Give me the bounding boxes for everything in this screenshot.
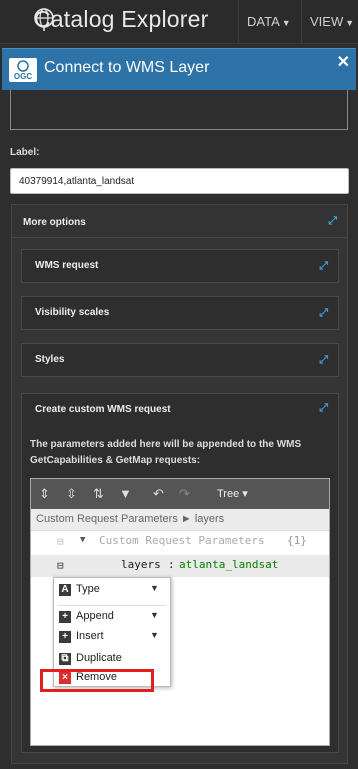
- ogc-logo-text: OGC: [14, 72, 32, 81]
- collapse-all-icon[interactable]: ⇳: [66, 486, 77, 502]
- label-field-label: Label:: [10, 147, 40, 158]
- ogc-logo: OGC: [9, 58, 37, 82]
- filter-icon[interactable]: ▼: [119, 486, 132, 501]
- field-key[interactable]: layers: [121, 558, 161, 571]
- more-options-header[interactable]: More options ⤢: [12, 205, 347, 238]
- type-icon: A: [59, 584, 71, 596]
- expand-icon[interactable]: ⤢: [319, 344, 328, 376]
- menu-item-label: Append: [76, 610, 114, 622]
- expand-all-icon[interactable]: ⇕: [39, 486, 50, 502]
- menu-item-type[interactable]: A Type ▼: [56, 582, 168, 600]
- top-bar: Catalog Explorer DATA ▼ VIEW ▼: [0, 0, 358, 44]
- menu-item-duplicate[interactable]: ⧉ Duplicate: [56, 651, 168, 669]
- tree-field-row[interactable]: ⊟ layers : atlanta_landsat: [31, 555, 329, 577]
- duplicate-icon: ⧉: [59, 653, 71, 665]
- mode-label: Tree: [217, 488, 240, 500]
- menu-item-append[interactable]: + Append ▼: [56, 609, 168, 627]
- expand-icon[interactable]: ⤢: [319, 297, 328, 329]
- menu-divider: [58, 605, 166, 606]
- expand-icon[interactable]: ⤢: [328, 215, 337, 228]
- more-options-title: More options: [23, 217, 86, 228]
- submenu-arrow-icon[interactable]: ▼: [150, 630, 159, 640]
- dialog-header: OGC Connect to WMS Layer ✕: [2, 48, 356, 90]
- json-editor: ⇕ ⇳ ⇅ ▼ ↶ ↷ Tree ▾ Custom Request Parame…: [30, 478, 330, 746]
- section-title: Styles: [35, 354, 65, 365]
- caret-down-icon: ▼: [281, 18, 291, 28]
- nav-view-label: VIEW: [310, 14, 344, 29]
- field-separator: :: [168, 558, 175, 571]
- remove-highlight-box: [40, 669, 154, 692]
- menu-item-label: Type: [76, 583, 100, 595]
- nav-data-button[interactable]: DATA ▼: [238, 0, 300, 44]
- app-title: Catalog Explorer: [34, 6, 209, 32]
- editor-toolbar: ⇕ ⇳ ⇅ ▼ ↶ ↷ Tree ▾: [31, 479, 329, 509]
- undo-icon[interactable]: ↶: [153, 486, 164, 502]
- context-menu-button[interactable]: ⊟: [57, 559, 64, 572]
- url-textarea[interactable]: [10, 90, 348, 130]
- insert-icon: +: [59, 631, 71, 643]
- menu-item-label: Duplicate: [76, 652, 122, 664]
- nav-view-button[interactable]: VIEW ▼: [301, 0, 358, 44]
- label-input[interactable]: 40379914,atlanta_landsat: [10, 168, 349, 194]
- tree-root-row: ⊟ ▼ Custom Request Parameters {1}: [31, 531, 329, 553]
- submenu-arrow-icon[interactable]: ▼: [150, 610, 159, 620]
- caret-down-icon: ▼: [345, 18, 355, 28]
- drag-handle-icon[interactable]: ⊟: [57, 535, 64, 548]
- nav-data-label: DATA: [247, 14, 280, 29]
- section-title: WMS request: [35, 260, 99, 271]
- custom-params-notice: The parameters added here will be append…: [30, 439, 302, 466]
- sort-icon[interactable]: ⇅: [93, 486, 104, 502]
- root-label: Custom Request Parameters: [99, 534, 265, 547]
- mode-select[interactable]: Tree ▾: [217, 487, 248, 500]
- menu-item-insert[interactable]: + Insert ▼: [56, 629, 168, 647]
- dialog-title: Connect to WMS Layer: [44, 59, 210, 76]
- section-title[interactable]: Create custom WMS request: [35, 404, 171, 415]
- close-icon[interactable]: ✕: [337, 52, 350, 72]
- section-styles[interactable]: Styles ⤢: [21, 343, 339, 377]
- field-value[interactable]: atlanta_landsat: [179, 558, 278, 571]
- section-wms-request[interactable]: WMS request ⤢: [21, 249, 339, 283]
- root-count: {1}: [287, 534, 307, 547]
- section-title: Visibility scales: [35, 307, 110, 318]
- expand-icon[interactable]: ⤢: [319, 250, 328, 282]
- section-visibility-scales[interactable]: Visibility scales ⤢: [21, 296, 339, 330]
- redo-icon[interactable]: ↷: [179, 486, 190, 502]
- expand-icon[interactable]: ⤢: [319, 402, 328, 415]
- append-icon: +: [59, 611, 71, 623]
- collapse-arrow-icon[interactable]: ▼: [80, 535, 85, 545]
- submenu-arrow-icon[interactable]: ▼: [150, 583, 159, 593]
- breadcrumb: Custom Request Parameters ► layers: [31, 509, 329, 531]
- menu-item-label: Insert: [76, 630, 104, 642]
